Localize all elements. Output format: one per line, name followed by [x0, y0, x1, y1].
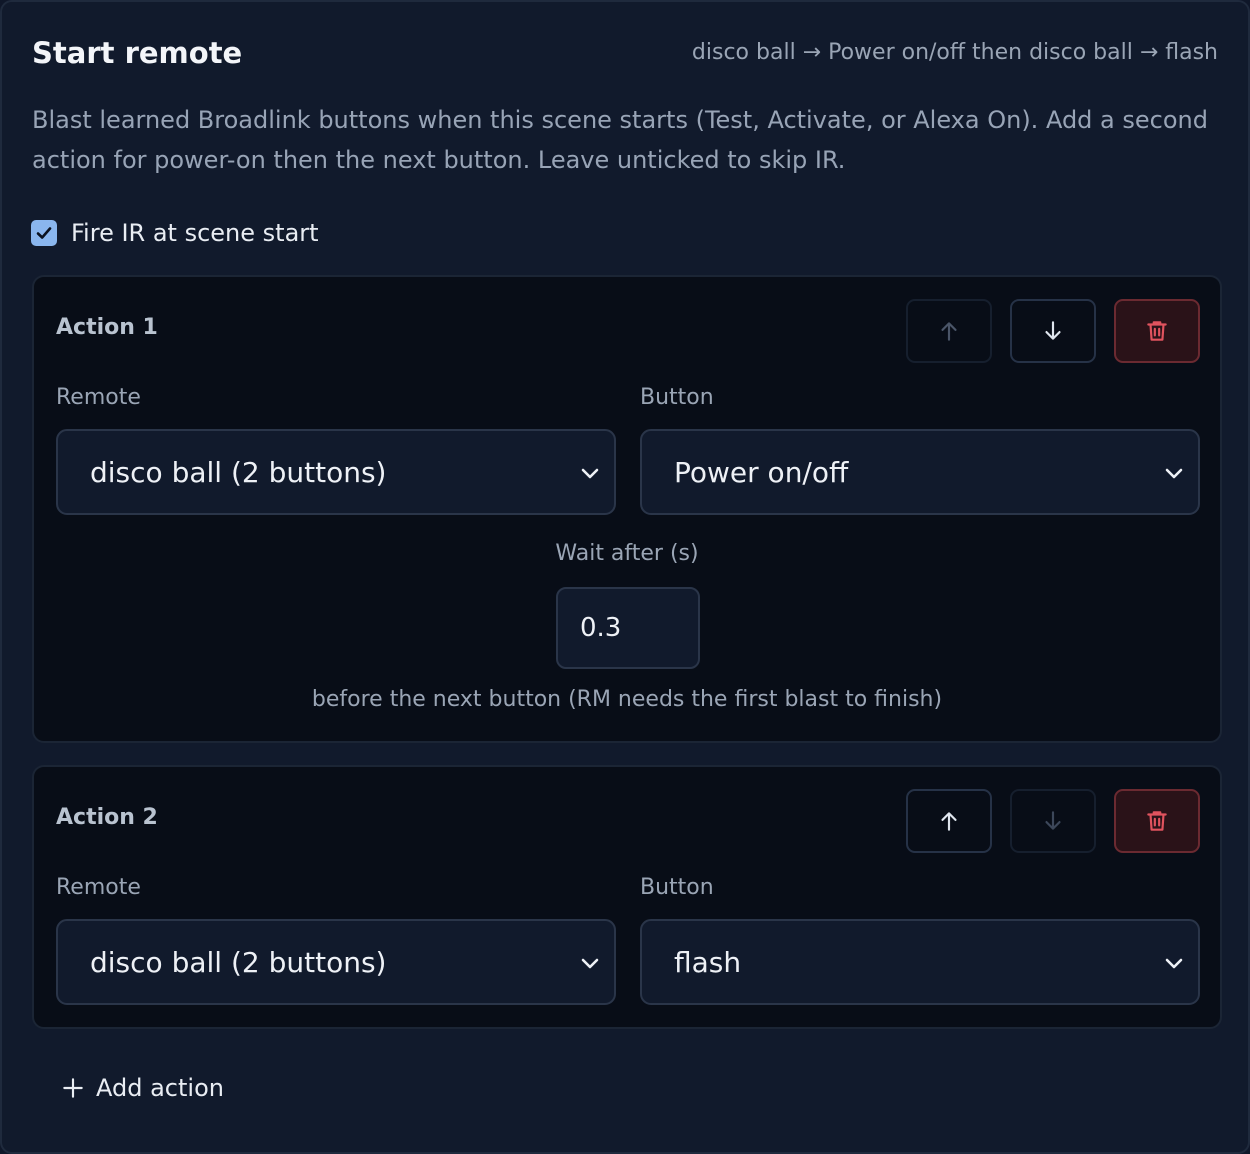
arrow-up-icon	[941, 322, 957, 341]
fire-ir-label: Fire IR at scene start	[71, 219, 319, 247]
chevron-down-icon	[581, 468, 599, 479]
wait-after-input[interactable]: 0.3	[556, 587, 700, 669]
panel-description: Blast learned Broadlink buttons when thi…	[32, 106, 1208, 174]
panel-title: Start remote	[32, 36, 243, 70]
remote-label: Remote	[56, 875, 141, 900]
chevron-down-icon	[1165, 468, 1183, 479]
move-down-button[interactable]	[1010, 789, 1096, 853]
action-title: Action 1	[56, 315, 158, 340]
actions-summary: disco ball → Power on/off then disco bal…	[691, 40, 1218, 65]
button-label: Button	[640, 385, 714, 410]
action-card-1: Action 1 Remote Button disco ball (2 but…	[32, 275, 1222, 743]
button-select[interactable]: flash	[640, 919, 1200, 1005]
button-select-value: Power on/off	[674, 455, 849, 489]
chevron-down-icon	[1165, 958, 1183, 969]
action-title: Action 2	[56, 805, 158, 830]
add-action-label: Add action	[96, 1074, 224, 1102]
delete-action-button[interactable]	[1114, 789, 1200, 853]
button-select-value: flash	[674, 945, 742, 979]
wait-after-note: before the next button (RM needs the fir…	[311, 687, 943, 712]
remote-select[interactable]: disco ball (2 buttons)	[56, 429, 616, 515]
trash-icon	[1147, 811, 1167, 831]
chevron-down-icon	[581, 958, 599, 969]
arrow-down-icon	[1045, 321, 1061, 340]
fire-ir-toggle-row[interactable]: Fire IR at scene start	[31, 216, 319, 250]
button-label: Button	[640, 875, 714, 900]
check-icon	[36, 227, 52, 239]
panel-header: Start remote disco ball → Power on/off t…	[32, 32, 1218, 76]
delete-action-button[interactable]	[1114, 299, 1200, 363]
arrow-up-icon	[941, 812, 957, 831]
remote-select-value: disco ball (2 buttons)	[90, 945, 387, 979]
add-action-button[interactable]: Add action	[60, 1066, 224, 1110]
remote-select-value: disco ball (2 buttons)	[90, 455, 387, 489]
move-up-button[interactable]	[906, 789, 992, 853]
plus-icon	[63, 1078, 83, 1098]
arrow-down-icon	[1045, 811, 1061, 830]
start-remote-panel: Start remote disco ball → Power on/off t…	[0, 0, 1250, 1154]
action-card-2: Action 2 Remote Button disco ball (2 but…	[32, 765, 1222, 1029]
wait-after-label: Wait after (s)	[555, 541, 699, 566]
button-select[interactable]: Power on/off	[640, 429, 1200, 515]
remote-select[interactable]: disco ball (2 buttons)	[56, 919, 616, 1005]
fire-ir-checkbox[interactable]	[31, 220, 57, 246]
remote-label: Remote	[56, 385, 141, 410]
wait-after-value: 0.3	[580, 613, 622, 643]
move-up-button[interactable]	[906, 299, 992, 363]
move-down-button[interactable]	[1010, 299, 1096, 363]
trash-icon	[1147, 321, 1167, 341]
